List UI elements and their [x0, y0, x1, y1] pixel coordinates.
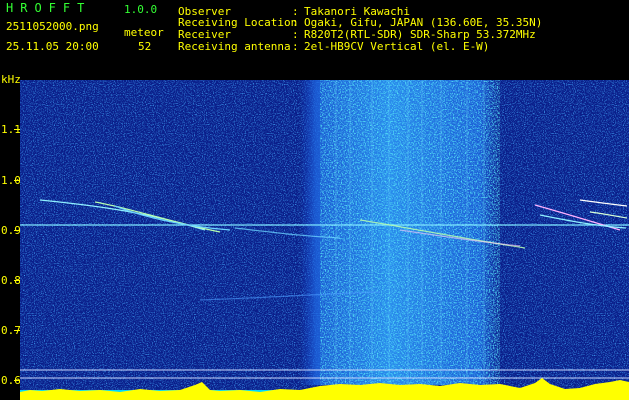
header-panel: HROFFT 1.0.0 2511052000.png meteor 25.11…	[0, 0, 629, 72]
field-value-antenna: 2el-HB9CV Vertical (el. E-W)	[304, 40, 490, 53]
field-label-antenna: Receiving antenna	[178, 40, 291, 53]
file-name: 2511052000.png	[6, 20, 99, 33]
app-version: 1.0.0	[124, 3, 158, 16]
y-tick-mark	[14, 180, 20, 181]
y-tick-mark	[14, 280, 20, 281]
meteor-label: meteor	[124, 26, 164, 39]
y-tick-mark	[14, 380, 20, 381]
spectrogram-plot	[20, 80, 629, 400]
observation-datetime: 25.11.05 20:00	[6, 40, 99, 53]
app-logo: HROFFT	[6, 1, 92, 15]
interference-speckle	[320, 80, 500, 385]
y-tick-mark	[14, 129, 20, 130]
meteor-count: 52	[138, 40, 152, 53]
field-sep-4: :	[292, 40, 299, 53]
y-tick-mark	[14, 230, 20, 231]
y-tick-mark	[14, 330, 20, 331]
y-unit-label: kHz	[1, 73, 21, 86]
